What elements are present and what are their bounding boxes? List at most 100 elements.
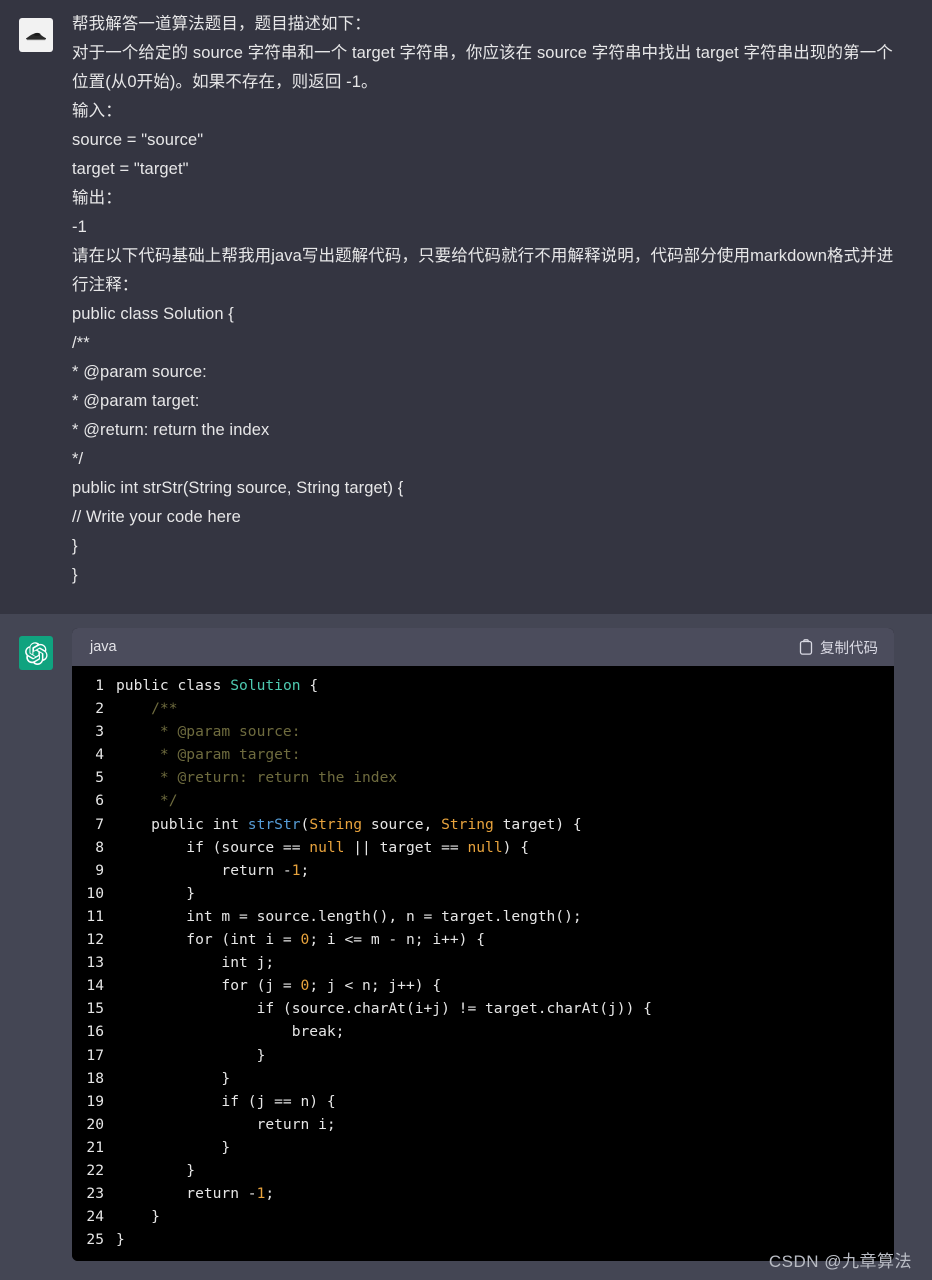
code-line: 16 break; — [72, 1020, 894, 1043]
code-line-number: 21 — [86, 1138, 104, 1156]
user-message-turn: 帮我解答一道算法题目，题目描述如下： 对于一个给定的 source 字符串和一个… — [0, 0, 932, 614]
code-line-number: 17 — [86, 1046, 104, 1064]
code-line: 19 if (j == n) { — [72, 1090, 894, 1113]
clipboard-icon — [799, 639, 813, 655]
code-line: 1 public class Solution { — [72, 674, 894, 697]
code-line-text: return i; — [116, 1113, 894, 1136]
code-line-number: 19 — [86, 1092, 104, 1110]
code-token: */ — [116, 792, 178, 810]
code-line-text: * @param target: — [116, 743, 894, 766]
code-line-number: 12 — [86, 931, 104, 949]
user-line-16: } — [72, 537, 78, 555]
user-avatar-image-icon — [26, 32, 46, 41]
code-line-text: if (j == n) { — [116, 1090, 894, 1113]
code-token: } — [116, 1046, 266, 1064]
code-line-number: 13 — [86, 954, 104, 972]
copy-code-button[interactable]: 复制代码 — [799, 637, 878, 658]
assistant-avatar — [19, 636, 53, 670]
code-token: } — [116, 1161, 196, 1179]
code-token: * @return: return the index — [116, 769, 398, 787]
code-line-text: public int strStr(String source, String … — [116, 813, 894, 836]
code-line-text: return -1; — [116, 859, 894, 882]
code-line-number: 18 — [86, 1069, 104, 1087]
code-token: public int — [116, 815, 248, 833]
code-token: if (source.charAt(i+j) != target.charAt(… — [116, 1000, 652, 1018]
user-line-4: target = "target" — [72, 160, 189, 178]
code-line: 4 * @param target: — [72, 743, 894, 766]
code-token: ( — [300, 815, 310, 833]
user-line-7: 请在以下代码基础上帮我用java写出题解代码，只要给代码就行不用解释说明，代码部… — [72, 247, 894, 294]
code-line-number: 15 — [86, 1000, 104, 1018]
code-token: /** — [116, 700, 178, 718]
code-line-text: for (int i = 0; i <= m - n; i++) { — [116, 928, 894, 951]
code-line-text: } — [116, 1228, 894, 1251]
code-line-text: * @return: return the index — [116, 766, 894, 789]
code-token: ; i <= m - n; i++) { — [309, 931, 486, 949]
code-token: int m = source.length(), n = target.leng… — [116, 907, 582, 925]
code-token: ; j < n; j++) { — [309, 977, 442, 995]
code-line-text: /** — [116, 697, 894, 720]
code-token: } — [116, 1138, 231, 1156]
code-line-text: } — [116, 1044, 894, 1067]
code-line-number: 11 — [86, 907, 104, 925]
code-line: 7 public int strStr(String source, Strin… — [72, 813, 894, 836]
user-avatar — [19, 18, 53, 52]
code-token: return i; — [116, 1115, 336, 1133]
code-line-text: if (source.charAt(i+j) != target.charAt(… — [116, 997, 894, 1020]
code-token: } — [116, 1208, 160, 1226]
code-token: Solution — [230, 677, 301, 694]
code-line-number: 22 — [86, 1161, 104, 1179]
code-line: 21 } — [72, 1136, 894, 1159]
user-message-body: 帮我解答一道算法题目，题目描述如下： 对于一个给定的 source 字符串和一个… — [72, 10, 932, 596]
code-line: 20 return i; — [72, 1113, 894, 1136]
code-line-number: 1 — [95, 677, 104, 694]
code-line: 8 if (source == null || target == null) … — [72, 836, 894, 859]
code-content[interactable]: 1 public class Solution {2 /** 3 * @param … — [72, 666, 894, 1262]
code-token: strStr — [247, 815, 301, 833]
code-line: 22 } — [72, 1159, 894, 1182]
code-line-number: 23 — [86, 1185, 104, 1203]
code-line-text: break; — [116, 1020, 894, 1043]
code-token: 1 — [291, 861, 301, 879]
code-line-number: 6 — [95, 792, 104, 810]
code-token: 0 — [300, 931, 310, 949]
assistant-message-turn: java 复制代码 1 public class Solution {2 /** 3… — [0, 614, 932, 1280]
user-line-13: */ — [72, 450, 84, 468]
code-line-number: 8 — [95, 838, 104, 856]
user-line-8: public class Solution { — [72, 305, 234, 323]
code-line-number: 9 — [95, 861, 104, 879]
code-language-label: java — [90, 639, 117, 655]
user-line-5: 输出： — [72, 189, 122, 207]
code-line-text: */ — [116, 789, 894, 812]
code-line-text: if (source == null || target == null) { — [116, 836, 894, 859]
code-line: 24 } — [72, 1205, 894, 1228]
user-line-6: -1 — [72, 218, 87, 236]
code-line-text: public class Solution { — [116, 674, 894, 697]
user-line-15: // Write your code here — [72, 508, 241, 526]
copy-code-label: 复制代码 — [820, 640, 878, 657]
code-token: } — [116, 1069, 231, 1087]
chat-page: 帮我解答一道算法题目，题目描述如下： 对于一个给定的 source 字符串和一个… — [0, 0, 932, 1280]
code-token: for (int i = — [116, 931, 301, 949]
code-line-number: 14 — [86, 977, 104, 995]
code-line-text: return -1; — [116, 1182, 894, 1205]
code-token: return - — [116, 861, 292, 879]
code-line: 3 * @param source: — [72, 720, 894, 743]
code-token: source, — [362, 815, 442, 833]
code-line-number: 16 — [86, 1023, 104, 1041]
code-token: if (j == n) { — [116, 1092, 336, 1110]
user-line-9: /** — [72, 334, 90, 352]
code-token: { — [300, 677, 319, 694]
code-line-text: } — [116, 1067, 894, 1090]
code-token: break; — [116, 1023, 345, 1041]
code-token: ; — [300, 861, 310, 879]
code-line: 15 if (source.charAt(i+j) != target.char… — [72, 997, 894, 1020]
code-token: null — [467, 838, 503, 856]
code-line-number: 20 — [86, 1115, 104, 1133]
code-token: return - — [116, 1185, 257, 1203]
chatgpt-logo-icon — [24, 641, 48, 665]
code-line: 12 for (int i = 0; i <= m - n; i++) { — [72, 928, 894, 951]
code-line-text: } — [116, 1205, 894, 1228]
code-token: String — [441, 815, 494, 833]
code-block-header: java 复制代码 — [72, 628, 894, 666]
